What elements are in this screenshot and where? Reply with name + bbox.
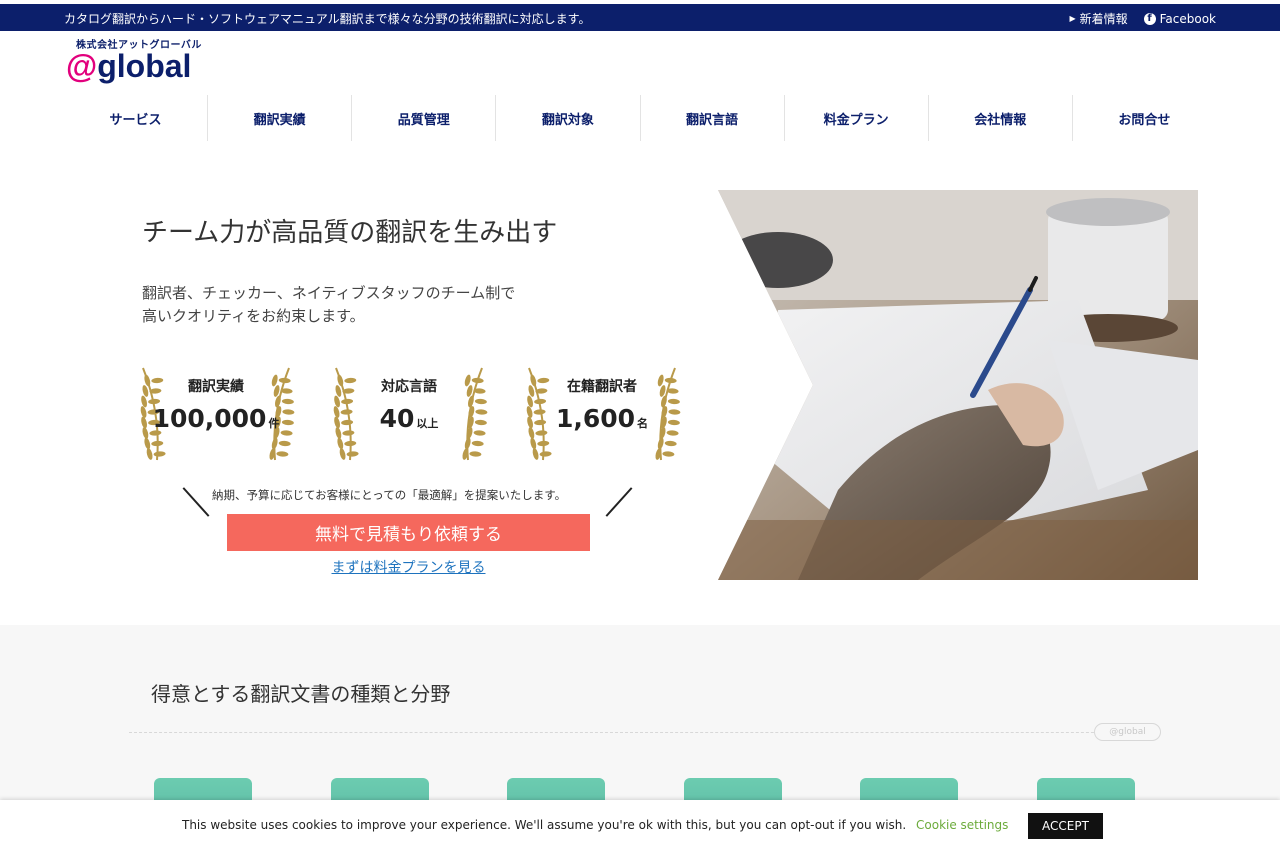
stat-unit: 件	[268, 417, 280, 430]
hero-photo	[718, 190, 1198, 580]
request-quote-button[interactable]: 無料で見積もり依頼する	[227, 514, 590, 551]
nav-item-targets[interactable]: 翻訳対象	[496, 95, 641, 141]
hero-photo-illustration	[718, 190, 1198, 580]
stats-group: 翻訳実績 100,000 件 対応言語 40 以上 在籍翻訳者 1,600 名	[137, 364, 685, 464]
logo-at-sign: @	[66, 48, 98, 84]
stat-label: 在籍翻訳者	[567, 379, 637, 395]
cta-note: 納期、予算に応じてお客様にとっての「最適解」を提案いたします。	[212, 488, 567, 502]
hero-title: チーム力が高品質の翻訳を生み出す	[142, 218, 558, 248]
stat-value-wrap: 100,000 件	[137, 404, 295, 433]
stat-label: 対応言語	[381, 379, 437, 395]
stat-value: 1,600	[555, 404, 636, 433]
nav-item-pricing[interactable]: 料金プラン	[785, 95, 929, 141]
left-slash-decoration	[182, 487, 210, 517]
facebook-icon: f	[1143, 12, 1156, 25]
stat-value-wrap: 40 以上	[330, 404, 488, 433]
news-link-label: 新着情報	[1079, 12, 1128, 26]
nav-item-quality[interactable]: 品質管理	[352, 95, 497, 141]
hero-description-line1: 翻訳者、チェッカー、ネイティブスタッフのチーム制で	[142, 284, 516, 302]
nav-item-contact[interactable]: お問合せ	[1073, 95, 1216, 141]
facebook-link[interactable]: f Facebook	[1143, 11, 1216, 26]
stat-value: 100,000	[152, 404, 267, 433]
stat-translations: 翻訳実績 100,000 件	[137, 364, 295, 464]
cookie-accept-button[interactable]: ACCEPT	[1028, 813, 1103, 839]
right-slash-decoration	[605, 487, 633, 517]
facebook-link-label: Facebook	[1159, 11, 1216, 26]
logo-word: global	[97, 48, 192, 84]
cookie-consent-bar: This website uses cookies to improve you…	[0, 800, 1280, 848]
pricing-plan-link[interactable]: まずは料金プランを見る	[227, 557, 590, 577]
tagline: カタログ翻訳からハード・ソフトウェアマニュアル翻訳まで様々な分野の技術翻訳に対応…	[64, 12, 591, 26]
stat-unit: 名	[637, 417, 649, 430]
top-links: ▶ 新着情報 f Facebook	[1069, 10, 1216, 27]
stat-label: 翻訳実績	[188, 379, 244, 395]
stat-value-wrap: 1,600 名	[523, 404, 681, 433]
stat-unit: 以上	[416, 417, 439, 430]
main-nav: サービス 翻訳実績 品質管理 翻訳対象 翻訳言語 料金プラン 会社情報 お問合せ	[64, 95, 1216, 141]
news-link[interactable]: ▶ 新着情報	[1069, 10, 1127, 27]
nav-item-company[interactable]: 会社情報	[929, 95, 1073, 141]
logo-wordmark: @global	[66, 48, 202, 84]
top-bar: カタログ翻訳からハード・ソフトウェアマニュアル翻訳まで様々な分野の技術翻訳に対応…	[0, 4, 1280, 31]
section-pill-badge: @global	[1094, 723, 1161, 741]
hero-description: 翻訳者、チェッカー、ネイティブスタッフのチーム制で 高いクオリティをお約束します…	[142, 282, 515, 328]
stat-value: 40	[379, 404, 415, 433]
hero-description-line2: 高いクオリティをお約束します。	[142, 307, 365, 325]
cookie-message: This website uses cookies to improve you…	[182, 818, 907, 832]
nav-item-service[interactable]: サービス	[64, 95, 209, 141]
site-logo[interactable]: 株式会社アットグローバル @global	[66, 36, 202, 84]
nav-item-languages[interactable]: 翻訳言語	[641, 95, 785, 141]
stat-languages: 対応言語 40 以上	[330, 364, 488, 464]
cookie-settings-link[interactable]: Cookie settings	[916, 818, 1008, 832]
section-divider	[129, 732, 1129, 733]
stat-translators: 在籍翻訳者 1,600 名	[523, 364, 681, 464]
nav-item-achievements[interactable]: 翻訳実績	[208, 95, 353, 141]
section-heading: 得意とする翻訳文書の種類と分野	[151, 682, 451, 706]
triangle-right-icon: ▶	[1069, 14, 1076, 23]
